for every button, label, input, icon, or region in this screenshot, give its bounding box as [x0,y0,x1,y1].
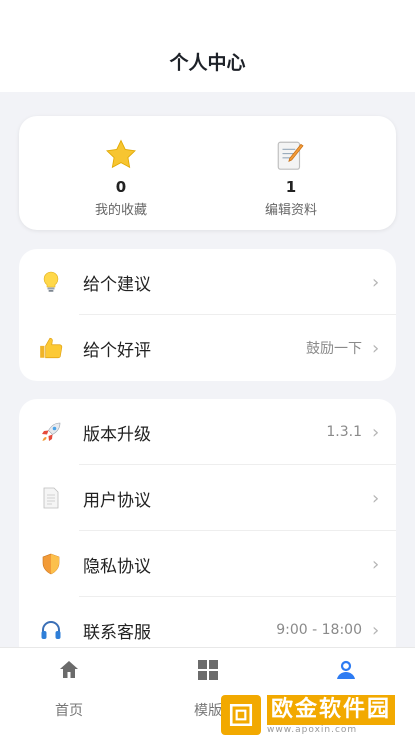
chevron-right-icon: › [372,271,380,293]
chevron-right-icon: › [372,487,380,509]
document-icon [19,486,83,510]
page-title: 个人中心 [169,52,246,74]
privacy-label: 隐私协议 [83,556,151,577]
tab-home[interactable]: 首页 [19,658,119,720]
home-icon [19,658,119,682]
star-icon [41,136,201,174]
edit-profile-count: 1 [285,178,297,196]
chevron-right-icon: › [372,421,380,443]
memo-icon [211,136,371,174]
customer-service-value: 9:00 - 18:00 [276,622,362,638]
watermark-logo-icon [221,694,261,735]
chevron-right-icon: › [372,619,380,641]
user-agreement-row[interactable]: 用户协议 › [19,465,396,531]
settings-card: 版本升级 1.3.1 › 用户协议 › 隐私协议 › 联系客服 9:00 - 1… [19,399,396,663]
privacy-row[interactable]: 隐私协议 › [19,531,396,597]
suggestion-label: 给个建议 [83,274,151,295]
stats-card: 0 我的收藏 1 编辑资料 [19,116,396,230]
favorites-label: 我的收藏 [94,203,147,218]
headphones-icon [19,618,83,642]
thumbs-up-icon [19,335,83,361]
edit-profile-label: 编辑资料 [264,203,317,218]
watermark-text: 欧金软件园 [267,694,396,725]
user-icon [296,658,396,682]
suggestion-row[interactable]: 给个建议 › [19,249,396,315]
header: 个人中心 [0,0,415,92]
rocket-icon [19,420,83,444]
tab-home-label: 首页 [55,703,83,719]
user-agreement-label: 用户协议 [83,490,151,511]
lightbulb-icon [19,270,83,294]
version-label: 版本升级 [83,424,151,445]
rating-row[interactable]: 给个好评 鼓励一下 › [19,315,396,381]
grid-icon [158,658,258,682]
customer-service-label: 联系客服 [83,622,151,643]
favorites-count: 0 [115,178,127,196]
chevron-right-icon: › [372,337,380,359]
feedback-card: 给个建议 › 给个好评 鼓励一下 › [19,249,396,381]
watermark-url: www.apoxin.com [267,724,358,735]
watermark: 欧金软件园 www.apoxin.com [221,690,415,739]
favorites-stat[interactable]: 0 我的收藏 [41,136,201,218]
rating-value: 鼓励一下 [306,341,362,357]
rating-label: 给个好评 [83,340,151,361]
version-row[interactable]: 版本升级 1.3.1 › [19,399,396,465]
edit-profile-stat[interactable]: 1 编辑资料 [211,136,371,218]
shield-icon [19,552,83,576]
version-value: 1.3.1 [326,424,362,440]
chevron-right-icon: › [372,553,380,575]
